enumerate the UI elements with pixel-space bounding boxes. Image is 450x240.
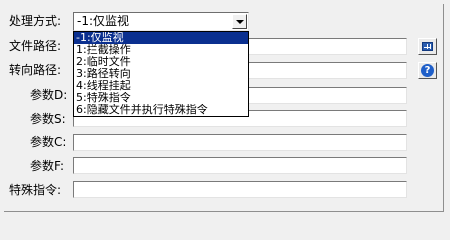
- file-path-label: 文件路径:: [9, 39, 62, 53]
- mode-dropdown-list: -1:仅监视 1:拦截操作 2:临时文件 3:路径转向 4:线程挂起 5:特殊指…: [73, 31, 249, 117]
- chevron-down-icon[interactable]: [232, 14, 247, 29]
- dropdown-option-block[interactable]: 1:拦截操作: [74, 44, 248, 56]
- param-d-label: 参数D:: [30, 88, 68, 102]
- param-c-label: 参数C:: [30, 135, 67, 149]
- grid-icon: [422, 42, 433, 51]
- special-cmd-input[interactable]: [73, 181, 407, 198]
- dropdown-option-hide-exec[interactable]: 6:隐藏文件并执行特殊指令: [74, 104, 248, 116]
- redirect-path-label: 转向路径:: [9, 63, 62, 77]
- mode-label: 处理方式:: [9, 14, 62, 28]
- dropdown-option-suspend-thread[interactable]: 4:线程挂起: [74, 80, 248, 92]
- param-f-label: 参数F:: [30, 159, 65, 173]
- help-button[interactable]: ?: [418, 62, 437, 79]
- dropdown-option-special-cmd[interactable]: 5:特殊指令: [74, 92, 248, 104]
- param-f-input[interactable]: [73, 157, 407, 174]
- dropdown-option-temp-file[interactable]: 2:临时文件: [74, 56, 248, 68]
- special-cmd-label: 特殊指令:: [9, 183, 62, 197]
- param-c-input[interactable]: [73, 134, 407, 151]
- dropdown-option-monitor[interactable]: -1:仅监视: [74, 32, 248, 44]
- param-s-label: 参数S:: [30, 112, 66, 126]
- mode-combobox[interactable]: -1:仅监视: [73, 12, 249, 31]
- help-icon: ?: [421, 64, 434, 77]
- dropdown-option-redirect[interactable]: 3:路径转向: [74, 68, 248, 80]
- browse-button[interactable]: [418, 38, 437, 55]
- mode-selected-value: -1:仅监视: [77, 14, 130, 28]
